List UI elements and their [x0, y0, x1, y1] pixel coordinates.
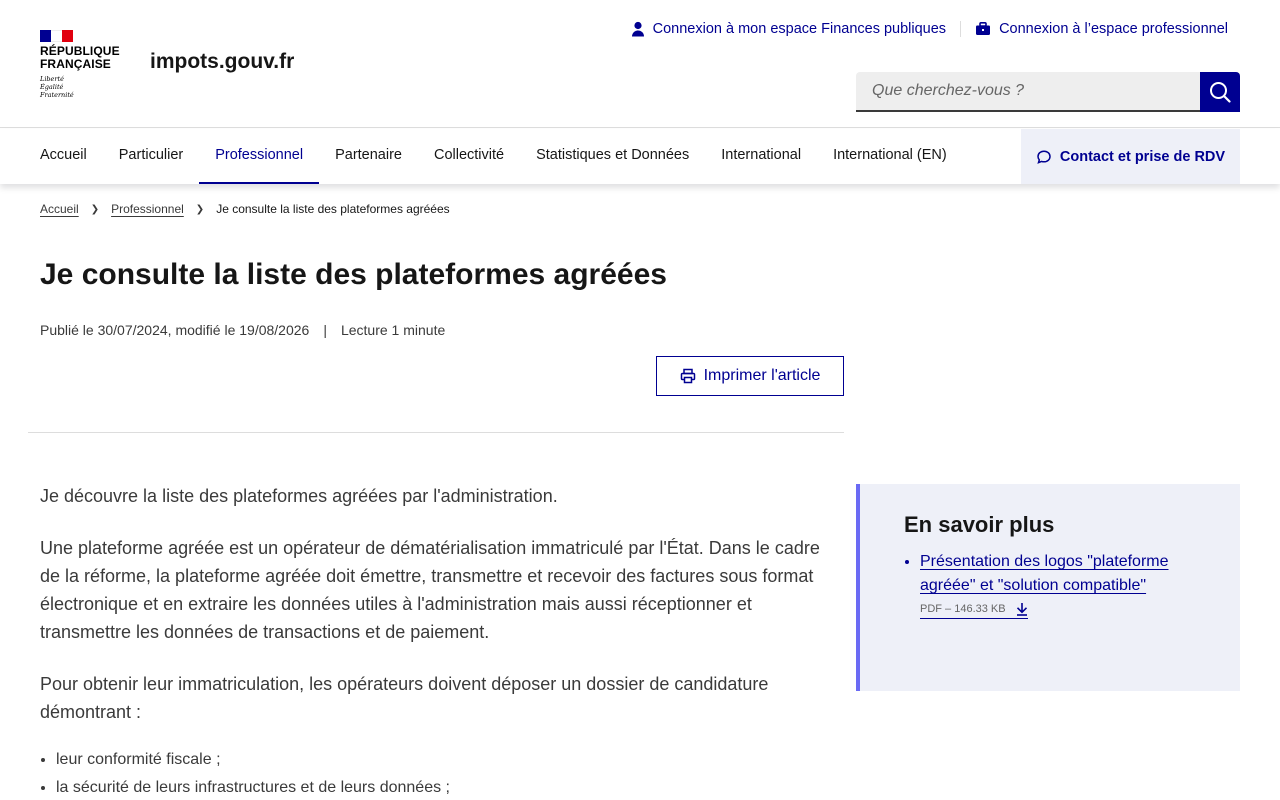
file-info: PDF – 146.33 KB [920, 603, 1006, 615]
article-paragraph: Je découvre la liste des plateformes agr… [40, 486, 558, 506]
chevron-right-icon: ❯ [195, 203, 205, 215]
nav-item-collectivite[interactable]: Collectivité [418, 129, 520, 184]
list-item: leur conformité fiscale ; [56, 746, 835, 774]
contact-rdv-button[interactable]: Contact et prise de RDV [1021, 129, 1240, 184]
logos-presentation-link[interactable]: Présentation des logos "plateforme agréé… [920, 553, 1169, 594]
learn-more-list: Présentation des logos "plateforme agréé… [904, 550, 1196, 619]
breadcrumb-section[interactable]: Professionnel [111, 202, 184, 216]
nav-item-professionnel[interactable]: Professionnel [199, 129, 319, 184]
site-name[interactable]: impots.gouv.fr [150, 50, 294, 74]
nav-items: Accueil Particulier Professionnel Parten… [24, 129, 963, 184]
chat-bubble-icon [1037, 149, 1051, 164]
criteria-list: leur conformité fiscale ; la sécurité de… [40, 746, 835, 800]
published-date: Publié le 30/07/2024, modifié le 19/08/2… [40, 322, 310, 338]
briefcase-icon [976, 22, 991, 35]
print-button[interactable]: Imprimer l'article [656, 356, 844, 396]
learn-more-title: En savoir plus [904, 512, 1055, 537]
french-flag-icon [40, 30, 73, 42]
search-icon [1210, 82, 1231, 103]
finances-login-label: Connexion à mon espace Finances publique… [652, 21, 947, 37]
list-item: la sécurité de leurs infrastructures et … [56, 774, 835, 800]
nav-item-international[interactable]: International [705, 129, 817, 184]
article-body: Je découvre la liste des plateformes agr… [40, 482, 835, 800]
nav-item-accueil[interactable]: Accueil [24, 129, 103, 184]
main-nav: Accueil Particulier Professionnel Parten… [0, 129, 1280, 184]
divider [28, 432, 844, 433]
breadcrumb-current: Je consulte la liste des plateformes agr… [216, 202, 450, 216]
user-icon [631, 21, 644, 37]
nav-item-partenaire[interactable]: Partenaire [319, 129, 418, 184]
download-icon [1016, 603, 1027, 616]
reading-time: Lecture 1 minute [340, 322, 446, 338]
learn-more-panel: En savoir plus Présentation des logos "p… [856, 484, 1240, 691]
republique-francaise-logo[interactable]: RÉPUBLIQUE FRANÇAISE Liberté Égalité Fra… [40, 30, 120, 99]
nav-item-international-en[interactable]: International (EN) [817, 129, 963, 184]
search-input[interactable] [856, 72, 1200, 112]
nav-item-statistiques[interactable]: Statistiques et Données [520, 129, 705, 184]
list-item: Présentation des logos "plateforme agréé… [920, 550, 1196, 619]
article-meta: Publié le 30/07/2024, modifié le 19/08/2… [40, 322, 445, 338]
top-links-separator [960, 21, 962, 37]
article-paragraph: Une plateforme agréée est un opérateur d… [40, 538, 820, 642]
print-label: Imprimer l'article [703, 367, 821, 384]
finances-login-link[interactable]: Connexion à mon espace Finances publique… [631, 21, 946, 37]
nav-item-particulier[interactable]: Particulier [103, 129, 199, 184]
meta-separator: | [323, 322, 327, 338]
republic-name: RÉPUBLIQUE FRANÇAISE [40, 44, 120, 71]
breadcrumb: Accueil ❯ Professionnel ❯ Je consulte la… [40, 202, 450, 216]
download-link[interactable]: PDF – 146.33 KB [920, 602, 1028, 619]
pro-login-link[interactable]: Connexion à l’espace professionnel [975, 21, 1228, 37]
search-bar [856, 72, 1240, 112]
contact-rdv-label: Contact et prise de RDV [1059, 148, 1226, 165]
page-title: Je consulte la liste des plateformes agr… [40, 258, 667, 291]
republic-motto: Liberté Égalité Fraternité [40, 75, 74, 99]
pro-login-label: Connexion à l’espace professionnel [999, 21, 1228, 37]
breadcrumb-home[interactable]: Accueil [40, 202, 79, 216]
chevron-right-icon: ❯ [90, 203, 100, 215]
search-button[interactable] [1200, 72, 1240, 112]
site-header: RÉPUBLIQUE FRANÇAISE Liberté Égalité Fra… [0, 0, 1280, 128]
top-links: Connexion à mon espace Finances publique… [631, 21, 1228, 37]
article-paragraph: Pour obtenir leur immatriculation, les o… [40, 674, 769, 722]
printer-icon [680, 368, 695, 384]
